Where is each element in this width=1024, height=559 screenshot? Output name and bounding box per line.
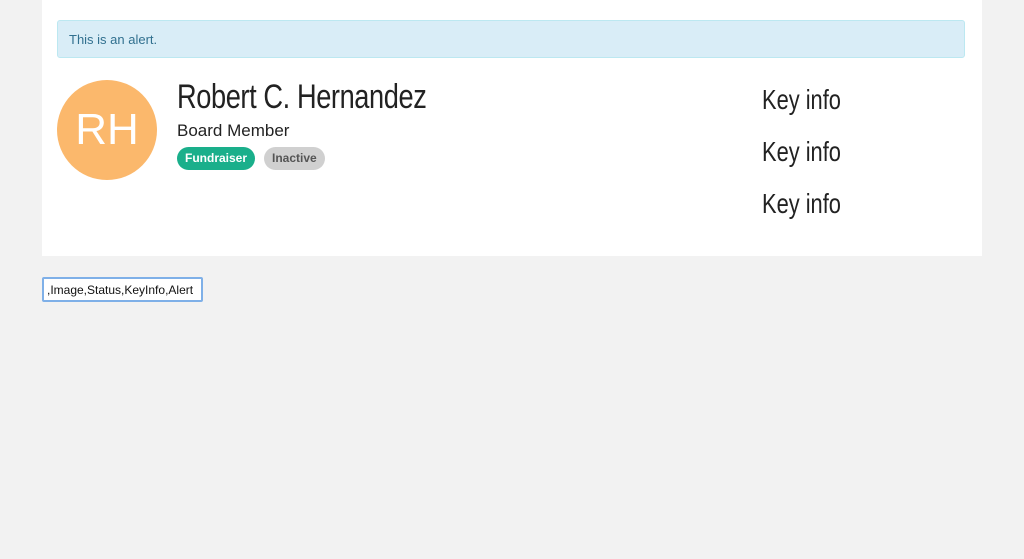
key-info-item: Key info xyxy=(762,188,841,219)
profile-role: Board Member xyxy=(177,121,290,140)
profile-card: This is an alert. RH Robert C. Hernandez… xyxy=(42,0,982,256)
alert-banner: This is an alert. xyxy=(57,20,965,58)
classes-input[interactable] xyxy=(42,277,203,302)
profile-name: Robert C. Hernandez xyxy=(177,78,427,116)
key-info-item: Key info xyxy=(762,136,841,167)
alert-text: This is an alert. xyxy=(69,32,158,47)
status-badge-inactive: Inactive xyxy=(264,147,325,170)
avatar-initials: RH xyxy=(75,105,139,154)
avatar: RH xyxy=(57,80,157,180)
status-tags: Fundraiser Inactive xyxy=(177,147,325,170)
status-badge-fundraiser: Fundraiser xyxy=(177,147,256,170)
key-info-item: Key info xyxy=(762,84,841,115)
